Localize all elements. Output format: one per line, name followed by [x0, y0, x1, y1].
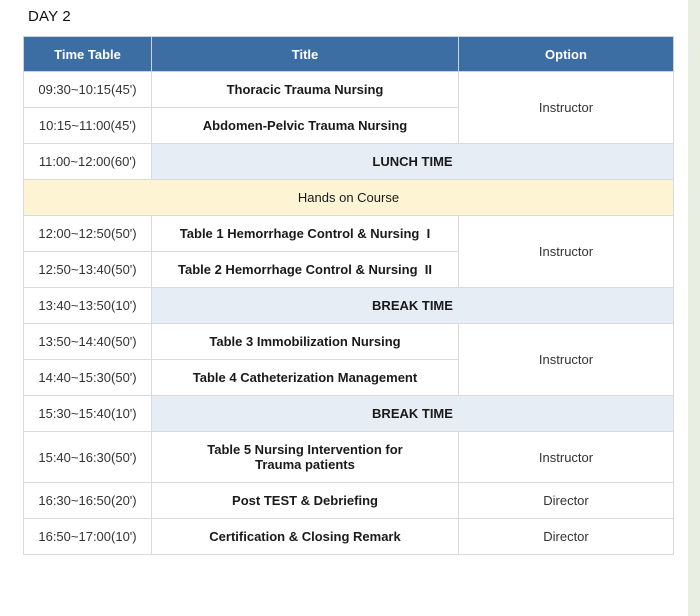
- time-cell: 15:30~15:40(10'): [23, 395, 152, 432]
- time-cell: 11:00~12:00(60'): [23, 143, 152, 180]
- table-header-row: Time Table Title Option: [23, 36, 674, 72]
- section-row: Hands on Course: [23, 179, 674, 216]
- title-cell: Table 2 Hemorrhage Control & Nursing II: [151, 251, 459, 288]
- title-cell: Table 1 Hemorrhage Control & Nursing I: [151, 215, 459, 252]
- title-cell: Table 4 Catheterization Management: [151, 359, 459, 396]
- time-cell: 16:50~17:00(10'): [23, 518, 152, 555]
- table-row-break: 15:30~15:40(10') BREAK TIME: [23, 395, 674, 432]
- hands-on-course-section: Hands on Course: [23, 179, 674, 216]
- option-cell: Instructor: [458, 71, 674, 144]
- break-time-cell: BREAK TIME: [151, 395, 674, 432]
- time-cell: 10:15~11:00(45'): [23, 107, 152, 144]
- option-cell: Instructor: [458, 215, 674, 288]
- title-cell: Table 5 Nursing Intervention for Trauma …: [151, 431, 459, 483]
- schedule-table: Time Table Title Option 09:30~10:15(45')…: [23, 36, 674, 555]
- header-option: Option: [458, 36, 674, 72]
- time-cell: 14:40~15:30(50'): [23, 359, 152, 396]
- break-time-cell: BREAK TIME: [151, 287, 674, 324]
- header-time-table: Time Table: [23, 36, 152, 72]
- lunch-time-cell: LUNCH TIME: [151, 143, 674, 180]
- option-cell: Instructor: [458, 323, 674, 396]
- time-cell: 13:50~14:40(50'): [23, 323, 152, 360]
- option-cell: Instructor: [458, 431, 674, 483]
- title-cell: Post TEST & Debriefing: [151, 482, 459, 519]
- table-row: 12:00~12:50(50') Table 1 Hemorrhage Cont…: [23, 215, 674, 288]
- day-title: DAY 2: [28, 8, 71, 25]
- time-cell: 16:30~16:50(20'): [23, 482, 152, 519]
- table-row: 16:50~17:00(10') Certification & Closing…: [23, 518, 674, 555]
- time-cell: 12:00~12:50(50'): [23, 215, 152, 252]
- table-row: 13:50~14:40(50') Table 3 Immobilization …: [23, 323, 674, 396]
- header-title: Title: [151, 36, 459, 72]
- time-cell: 15:40~16:30(50'): [23, 431, 152, 483]
- title-cell: Abdomen-Pelvic Trauma Nursing: [151, 107, 459, 144]
- time-cell: 09:30~10:15(45'): [23, 71, 152, 108]
- title-cell: Table 3 Immobilization Nursing: [151, 323, 459, 360]
- table-row-break: 13:40~13:50(10') BREAK TIME: [23, 287, 674, 324]
- option-cell: Director: [458, 482, 674, 519]
- table-row: 15:40~16:30(50') Table 5 Nursing Interve…: [23, 431, 674, 483]
- time-cell: 13:40~13:50(10'): [23, 287, 152, 324]
- option-cell: Director: [458, 518, 674, 555]
- table-row: 09:30~10:15(45') Thoracic Trauma Nursing…: [23, 71, 674, 144]
- time-cell: 12:50~13:40(50'): [23, 251, 152, 288]
- table-row: 16:30~16:50(20') Post TEST & Debriefing …: [23, 482, 674, 519]
- table-row-lunch: 11:00~12:00(60') LUNCH TIME: [23, 143, 674, 180]
- schedule-panel: DAY 2 Time Table Title Option 09:30~10:1…: [0, 0, 688, 616]
- title-cell: Certification & Closing Remark: [151, 518, 459, 555]
- title-cell: Thoracic Trauma Nursing: [151, 71, 459, 108]
